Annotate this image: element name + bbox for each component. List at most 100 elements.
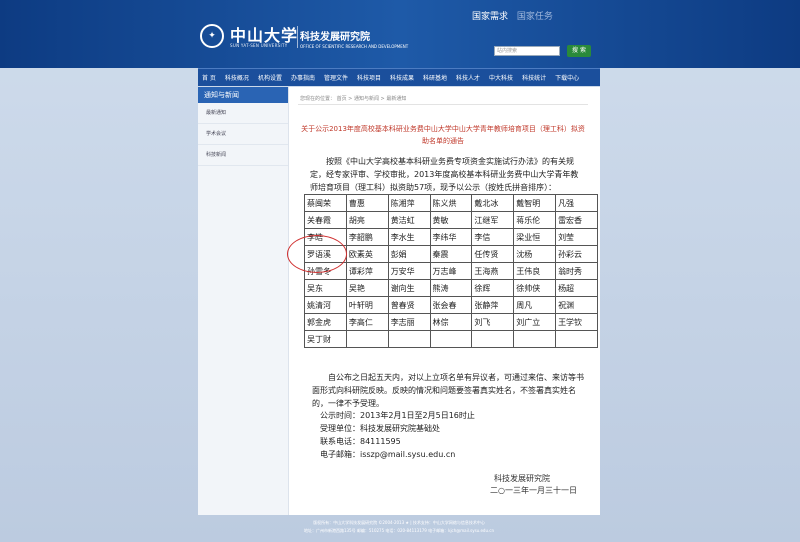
- name-cell: 郭金虎: [304, 313, 347, 331]
- nav-item-home[interactable]: 首 页: [202, 73, 216, 82]
- article-title: 关于公示2013年度高校基本科研业务费中山大学中山大学青年教师培育项目（理工科）…: [301, 125, 585, 145]
- table-row: 姚清河 叶轩明 曾春贤 张会春 张静萍 周凡 祝渊: [304, 296, 598, 314]
- name-cell: 刘广立: [513, 313, 557, 331]
- site-footer: 版权所有：中山大学科技发展研究院 ©2004-2013 ★ | 技术支持：中山大…: [198, 519, 600, 535]
- name-cell: 吴丁财: [304, 330, 347, 348]
- nav-item-organization[interactable]: 机构设置: [258, 73, 282, 82]
- nav-item-documents[interactable]: 管理文件: [324, 73, 348, 82]
- name-cell: 张静萍: [471, 296, 515, 314]
- name-cell: 徐辉: [471, 279, 515, 297]
- nav-item-achievements[interactable]: 科技成果: [390, 73, 414, 82]
- name-cell: 戴智明: [513, 194, 557, 212]
- footer-copyright: 版权所有：中山大学科技发展研究院 ©2004-2013 ★ | 技术支持：中山大…: [313, 520, 485, 525]
- name-cell: 李高仁: [345, 313, 389, 331]
- info-period: 公示时间：2013年2月1日至2月5日16时止: [320, 411, 475, 420]
- name-cell: 王伟良: [513, 262, 557, 280]
- name-cell: 徐帅侠: [513, 279, 557, 297]
- sidebar: 通知与新闻 最新通知 学术会议 科技新闻: [198, 87, 289, 515]
- page: ✦ 中山大学 SUN YAT-SEN UNIVERSITY 科技发展研究院 OF…: [0, 0, 800, 542]
- name-cell: 凡强: [555, 194, 598, 212]
- name-cell: 李韶鹏: [345, 228, 389, 246]
- name-cell: 万志峰: [429, 262, 473, 280]
- sidebar-item-conferences[interactable]: 学术会议: [198, 124, 288, 145]
- names-table: 蔡闽荣 曹惠 陈湘萍 陈义烘 戴北冰 戴智明 凡强 关春霞 胡亮 黄洁虹 黄敏 江继军 蒋乐伦 雷宏香 李皓…: [304, 194, 598, 348]
- top-link-national-task[interactable]: 国家任务: [517, 12, 553, 22]
- nav-item-statistics[interactable]: 科技统计: [522, 73, 546, 82]
- info-phone: 联系电话：84111595: [320, 437, 401, 446]
- name-cell: 孙彩云: [555, 245, 598, 263]
- name-cell: [387, 330, 431, 348]
- name-cell: 蔡闽荣: [304, 194, 347, 212]
- name-cell: 张会春: [429, 296, 473, 314]
- site-header: ✦ 中山大学 SUN YAT-SEN UNIVERSITY 科技发展研究院 OF…: [0, 0, 800, 68]
- name-cell: 杨超: [555, 279, 598, 297]
- name-cell: 戴北冰: [471, 194, 515, 212]
- signature: 科技发展研究院: [494, 474, 550, 483]
- top-links: 国家需求 国家任务: [472, 9, 553, 22]
- content-container: 通知与新闻 最新通知 学术会议 科技新闻 您现在的位置： 首页 > 通知与新闻 …: [198, 87, 600, 515]
- name-cell: 谢向生: [387, 279, 431, 297]
- sidebar-item-news[interactable]: 科技新闻: [198, 145, 288, 166]
- name-cell: 彭娟: [387, 245, 431, 263]
- info-unit: 受理单位：科技发展研究院基础处: [320, 424, 440, 433]
- table-row: 罗语溪 欧素英 彭娟 秦震 任传贤 沈杨 孙彩云: [304, 245, 598, 263]
- name-cell: 李水生: [387, 228, 431, 246]
- university-logo-en: SUN YAT-SEN UNIVERSITY: [230, 43, 288, 48]
- name-cell: [513, 330, 557, 348]
- signature-date: 二○一三年一月三十一日: [490, 486, 577, 495]
- table-row: 郭金虎 李高仁 李志丽 林倧 刘飞 刘广立 王学钦: [304, 313, 598, 331]
- table-row: 吴东 吴艳 谢向生 熊涛 徐辉 徐帅侠 杨超: [304, 279, 598, 297]
- name-cell: 沈杨: [513, 245, 557, 263]
- nav-item-bases[interactable]: 科研基地: [423, 73, 447, 82]
- name-cell: 黄洁虹: [387, 211, 431, 229]
- nav-item-sysu-tech[interactable]: 中大科技: [489, 73, 513, 82]
- name-cell: [345, 330, 389, 348]
- name-cell: 关春霞: [304, 211, 347, 229]
- article-main: 您现在的位置： 首页 > 通知与新闻 > 最新通知 关于公示2013年度高校基本…: [287, 87, 598, 515]
- search-input[interactable]: 站内搜索: [494, 46, 560, 56]
- name-cell: 万安华: [387, 262, 431, 280]
- name-cell: 蒋乐伦: [513, 211, 557, 229]
- nav-item-guide[interactable]: 办事指南: [291, 73, 315, 82]
- name-cell: 周凡: [513, 296, 557, 314]
- name-cell: 黄敏: [429, 211, 473, 229]
- name-cell: 曾春贤: [387, 296, 431, 314]
- name-cell: 胡亮: [345, 211, 389, 229]
- nav-item-projects[interactable]: 科技项目: [357, 73, 381, 82]
- nav-item-overview[interactable]: 科技概况: [225, 73, 249, 82]
- table-row: 李皓 李韶鹏 李水生 李纬华 李信 梁业恒 刘莹: [304, 228, 598, 246]
- table-row: 蔡闽荣 曹惠 陈湘萍 陈义烘 戴北冰 戴智明 凡强: [304, 194, 598, 212]
- top-link-national-demand[interactable]: 国家需求: [472, 12, 508, 22]
- name-cell: 李志丽: [387, 313, 431, 331]
- name-cell: 祝渊: [555, 296, 598, 314]
- article-intro: 按照《中山大学高校基本科研业务费专项资金实施试行办法》的有关规定，经专家评审、学…: [310, 157, 579, 192]
- highlight-circle: [287, 235, 347, 273]
- name-cell: 陈义烘: [429, 194, 473, 212]
- name-cell: 刘莹: [555, 228, 598, 246]
- nav-item-downloads[interactable]: 下载中心: [555, 73, 579, 82]
- search-button[interactable]: 搜 索: [567, 45, 591, 57]
- footer-address: 地址：广州市新港西路135号 邮编：510275 电话：020-84113179…: [303, 528, 495, 533]
- sidebar-title: 通知与新闻: [198, 87, 288, 103]
- breadcrumb-divider: [298, 104, 588, 105]
- name-cell: 梁业恒: [513, 228, 557, 246]
- table-row: 关春霞 胡亮 黄洁虹 黄敏 江继军 蒋乐伦 雷宏香: [304, 211, 598, 229]
- breadcrumb[interactable]: 您现在的位置： 首页 > 通知与新闻 > 最新通知: [300, 95, 406, 102]
- name-cell: 任传贤: [471, 245, 515, 263]
- name-cell: 吴艳: [345, 279, 389, 297]
- name-cell: 林倧: [429, 313, 473, 331]
- sidebar-item-latest-notices[interactable]: 最新通知: [198, 103, 288, 124]
- office-title: 科技发展研究院: [300, 32, 370, 43]
- university-emblem-icon[interactable]: ✦: [200, 24, 224, 48]
- name-cell: 谭彩萍: [345, 262, 389, 280]
- office-title-en: OFFICE OF SCIENTIFIC RESEARCH AND DEVELO…: [300, 44, 409, 49]
- name-cell: 刘飞: [471, 313, 515, 331]
- name-cell: 叶轩明: [345, 296, 389, 314]
- name-cell: 秦震: [429, 245, 473, 263]
- nav-item-talents[interactable]: 科技人才: [456, 73, 480, 82]
- main-nav: 首 页 科技概况 机构设置 办事指南 管理文件 科技项目 科技成果 科研基地 科…: [198, 68, 600, 86]
- name-cell: 王海燕: [471, 262, 515, 280]
- name-cell: 王学钦: [555, 313, 598, 331]
- name-cell: 曹惠: [345, 194, 389, 212]
- name-cell: [555, 330, 598, 348]
